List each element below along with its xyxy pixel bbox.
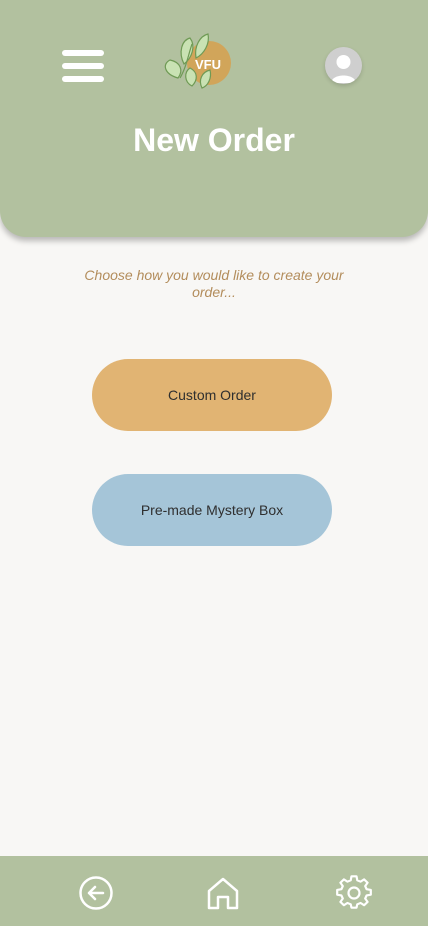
hamburger-menu-icon[interactable] (62, 50, 104, 82)
mystery-box-button[interactable]: Pre-made Mystery Box (92, 474, 332, 546)
header-bar: VFU New Order (0, 0, 428, 237)
page-title: New Order (133, 122, 295, 158)
user-avatar-icon[interactable] (325, 47, 362, 84)
arrow-left-circle-icon[interactable] (78, 875, 114, 911)
bottom-nav-bar (0, 856, 428, 926)
gear-icon[interactable] (336, 875, 372, 911)
custom-order-button[interactable]: Custom Order (92, 359, 332, 431)
home-icon[interactable] (205, 875, 241, 911)
logo-text: VFU (195, 57, 221, 72)
custom-order-label: Custom Order (168, 387, 256, 403)
mystery-box-label: Pre-made Mystery Box (140, 502, 284, 518)
order-prompt-text: Choose how you would like to create your… (84, 267, 344, 300)
